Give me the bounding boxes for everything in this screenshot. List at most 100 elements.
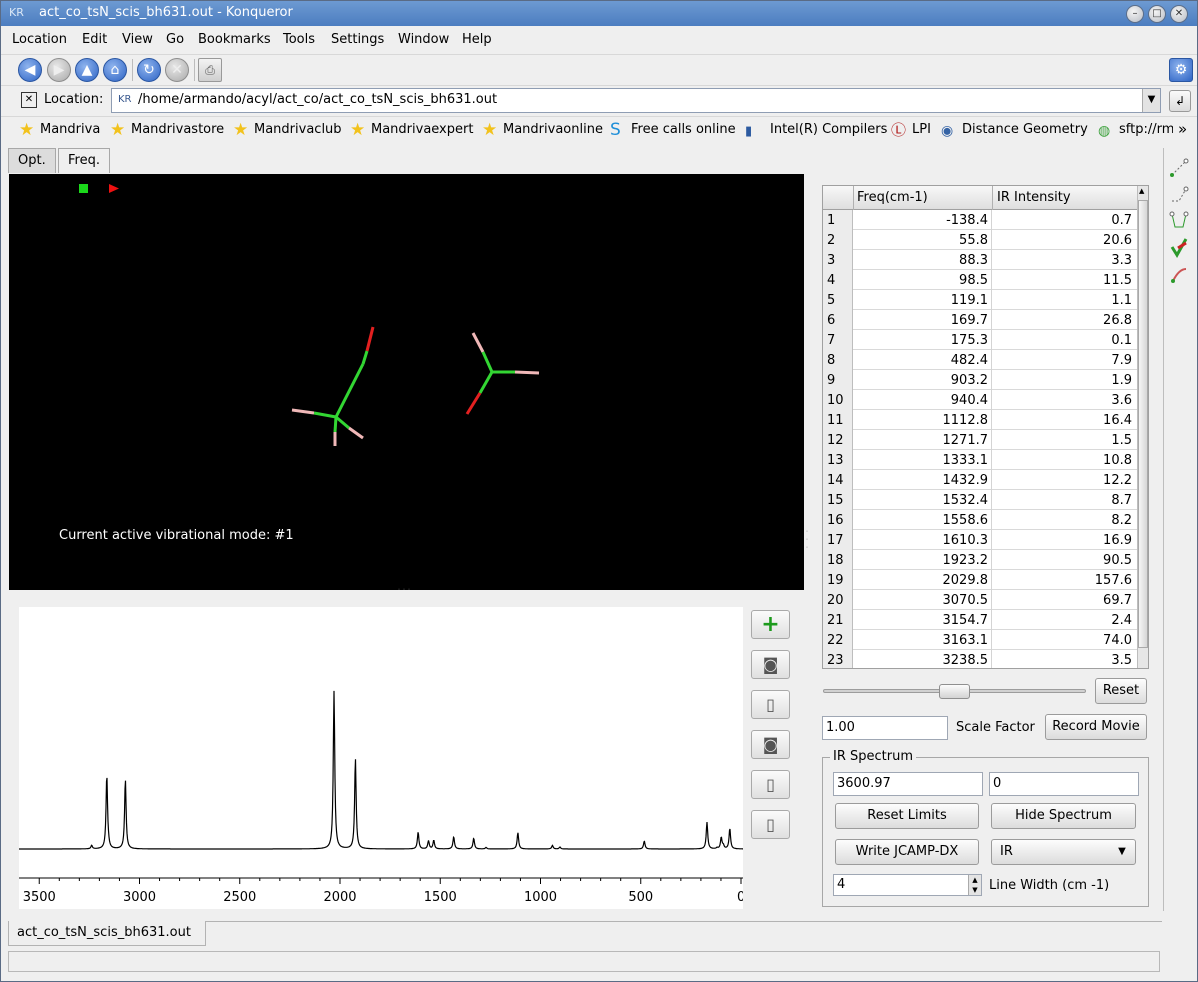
row-index[interactable]: 14: [823, 470, 853, 490]
table-row[interactable]: 23 3238.5 3.5: [823, 650, 1137, 668]
table-row[interactable]: 12 1271.7 1.5: [823, 430, 1137, 450]
row-index[interactable]: 22: [823, 630, 853, 650]
row-index[interactable]: 20: [823, 590, 853, 610]
row-index[interactable]: 4: [823, 270, 853, 290]
horizontal-splitter[interactable]: ˙˙˙: [397, 588, 412, 597]
write-jcamp-button[interactable]: Write JCAMP-DX: [835, 839, 979, 865]
table-row[interactable]: 7 175.3 0.1: [823, 330, 1137, 350]
konqueror-icon[interactable]: KR: [9, 6, 25, 20]
ir-spectrum-plot[interactable]: 3500 3000 2500 2000 1500 1000 500 0: [19, 607, 745, 909]
table-row[interactable]: 20 3070.5 69.7: [823, 590, 1137, 610]
stop-icon[interactable]: ✕: [165, 58, 189, 82]
column-header-freq[interactable]: Freq(cm-1): [857, 190, 928, 205]
camera-icon[interactable]: ◙: [751, 650, 790, 679]
bookmark-distance-geometry[interactable]: ◉ Distance Geometry: [941, 122, 1088, 138]
row-index[interactable]: 6: [823, 310, 853, 330]
table-row[interactable]: 11 1112.8 16.4: [823, 410, 1137, 430]
table-row[interactable]: 19 2029.8 157.6: [823, 570, 1137, 590]
print-icon[interactable]: ⎙: [198, 58, 222, 82]
location-history-dropdown[interactable]: ▼: [1142, 89, 1160, 112]
table-row[interactable]: 3 88.3 3.3: [823, 250, 1137, 270]
back-icon[interactable]: ◀: [18, 58, 42, 82]
bookmark-mandriva[interactable]: ★ Mandriva: [19, 122, 100, 139]
row-index[interactable]: 17: [823, 530, 853, 550]
checkmark-icon[interactable]: [1169, 236, 1189, 258]
hide-spectrum-button[interactable]: Hide Spectrum: [991, 803, 1136, 829]
bookmark-free-calls[interactable]: S Free calls online: [610, 122, 736, 139]
row-index[interactable]: 5: [823, 290, 853, 310]
table-row[interactable]: 5 119.1 1.1: [823, 290, 1137, 310]
row-index[interactable]: 8: [823, 350, 853, 370]
line-width-spinbox[interactable]: 4 ▲ ▼: [833, 874, 982, 896]
row-index[interactable]: 18: [823, 550, 853, 570]
menu-help[interactable]: Help: [462, 32, 492, 47]
row-index[interactable]: 10: [823, 390, 853, 410]
document-tab[interactable]: act_co_tsN_scis_bh631.out: [8, 921, 206, 946]
spectrum-type-select[interactable]: IR ▼: [991, 839, 1136, 865]
minimize-button[interactable]: –: [1126, 5, 1144, 23]
settings-gear-icon[interactable]: ⚙: [1169, 58, 1193, 82]
row-index[interactable]: 13: [823, 450, 853, 470]
scale-factor-input[interactable]: 1.00: [822, 716, 948, 740]
row-index[interactable]: 1: [823, 210, 853, 230]
record-movie-button[interactable]: Record Movie: [1045, 714, 1147, 740]
tab-opt[interactable]: Opt.: [8, 148, 56, 173]
menu-location[interactable]: Location: [12, 32, 67, 47]
table-row[interactable]: 4 98.5 11.5: [823, 270, 1137, 290]
table-row[interactable]: 13 1333.1 10.8: [823, 450, 1137, 470]
clear-location-icon[interactable]: ✕: [21, 92, 37, 108]
frequency-table[interactable]: Freq(cm-1) IR Intensity 1 -138.4 0.7 2 55.8 2…: [822, 185, 1149, 669]
maximize-button[interactable]: □: [1148, 5, 1166, 23]
reset-limits-button[interactable]: Reset Limits: [835, 803, 979, 829]
bookmark-mandrivaexpert[interactable]: ★ Mandrivaexpert: [350, 122, 473, 139]
table-scrollbar[interactable]: ▲: [1137, 186, 1148, 668]
scroll-up-icon[interactable]: ▲: [1139, 187, 1144, 195]
bookmark-lpi[interactable]: Ⓛ LPI: [891, 122, 931, 138]
menu-view[interactable]: View: [122, 32, 153, 47]
menu-edit[interactable]: Edit: [82, 32, 107, 47]
forward-icon[interactable]: ▶: [47, 58, 71, 82]
table-row[interactable]: 6 169.7 26.8: [823, 310, 1137, 330]
location-input[interactable]: KR /home/armando/acyl/act_co/act_co_tsN_…: [111, 88, 1161, 113]
row-index[interactable]: 16: [823, 510, 853, 530]
page-icon[interactable]: ▯: [751, 770, 790, 799]
reset-button[interactable]: Reset: [1095, 678, 1147, 704]
row-index[interactable]: 3: [823, 250, 853, 270]
amplitude-slider-thumb[interactable]: [939, 684, 970, 699]
tab-freq[interactable]: Freq.: [58, 148, 110, 173]
camera-icon[interactable]: ◙: [751, 730, 790, 759]
table-row[interactable]: 1 -138.4 0.7: [823, 210, 1137, 230]
bond-tool-icon[interactable]: [1169, 263, 1189, 285]
menu-window[interactable]: Window: [398, 32, 449, 47]
bookmark-sftp[interactable]: ◍ sftp://rm: [1098, 122, 1173, 138]
bookmark-mandrivaonline[interactable]: ★ Mandrivaonline: [482, 122, 603, 139]
stop-animation-icon[interactable]: [79, 184, 88, 193]
row-index[interactable]: 12: [823, 430, 853, 450]
bookmark-mandrivaclub[interactable]: ★ Mandrivaclub: [233, 122, 342, 139]
play-animation-icon[interactable]: [109, 184, 119, 193]
limit-max-input[interactable]: 3600.97: [833, 772, 983, 796]
table-row[interactable]: 8 482.4 7.9: [823, 350, 1137, 370]
scrollbar-thumb[interactable]: [1138, 200, 1148, 648]
menu-bookmarks[interactable]: Bookmarks: [198, 32, 271, 47]
row-index[interactable]: 21: [823, 610, 853, 630]
row-index[interactable]: 19: [823, 570, 853, 590]
table-row[interactable]: 17 1610.3 16.9: [823, 530, 1137, 550]
page-icon[interactable]: ▯: [751, 690, 790, 719]
bookmark-mandrivastore[interactable]: ★ Mandrivastore: [110, 122, 224, 139]
measure-angle-icon[interactable]: [1169, 184, 1189, 206]
row-index[interactable]: 23: [823, 650, 853, 668]
limit-min-input[interactable]: 0: [989, 772, 1139, 796]
table-row[interactable]: 15 1532.4 8.7: [823, 490, 1137, 510]
add-icon[interactable]: +: [751, 610, 790, 639]
measure-distance-icon[interactable]: [1169, 157, 1189, 179]
table-row[interactable]: 22 3163.1 74.0: [823, 630, 1137, 650]
up-icon[interactable]: ▲: [75, 58, 99, 82]
menu-tools[interactable]: Tools: [283, 32, 315, 47]
row-index[interactable]: 7: [823, 330, 853, 350]
table-row[interactable]: 18 1923.2 90.5: [823, 550, 1137, 570]
row-index[interactable]: 2: [823, 230, 853, 250]
row-index[interactable]: 11: [823, 410, 853, 430]
page-icon[interactable]: ▯: [751, 810, 790, 839]
table-row[interactable]: 2 55.8 20.6: [823, 230, 1137, 250]
